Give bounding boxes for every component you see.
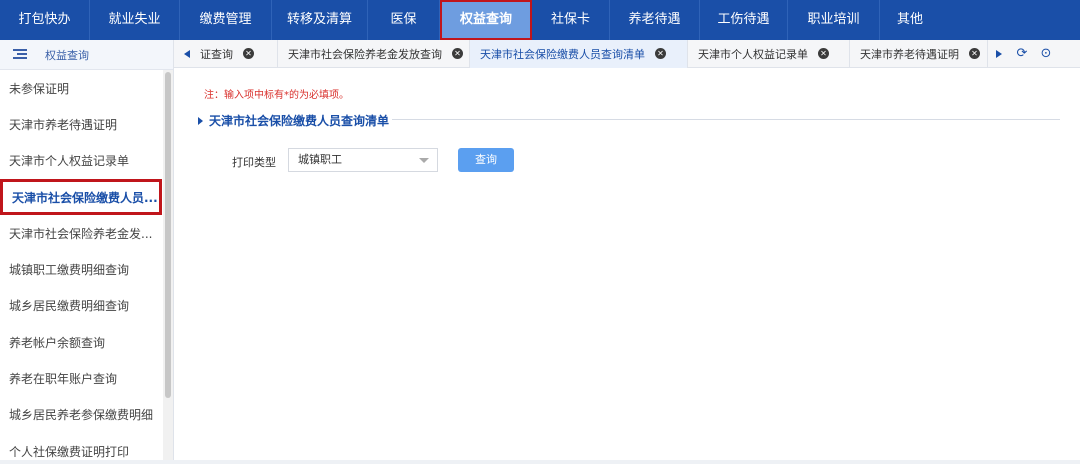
close-circle-icon[interactable]: ✕: [243, 48, 254, 59]
more-icon[interactable]: ⊙: [1034, 46, 1058, 61]
triangle-right-icon: [198, 116, 203, 125]
sidebar-item[interactable]: 养老在职年账户查询: [0, 360, 162, 396]
main-content: 注：输入项中标有*的为必填项。 天津市社会保险缴费人员查询清单 打印类型 城镇职…: [174, 68, 1080, 464]
top-navigation: 打包快办 就业失业 缴费管理 转移及清算 医保 权益查询 社保卡 养老待遇 工伤…: [0, 0, 1080, 40]
close-circle-icon[interactable]: ✕: [452, 48, 463, 59]
nav-item-jiaofei[interactable]: 缴费管理: [180, 0, 272, 40]
bottom-strip: [0, 460, 1080, 464]
tab[interactable]: 天津市个人权益记录单 ✕: [688, 39, 850, 68]
section-title-text: 天津市社会保险缴费人员查询清单: [209, 114, 390, 128]
section-title: 天津市社会保险缴费人员查询清单: [198, 112, 389, 129]
tab-next-button[interactable]: [988, 49, 1010, 58]
refresh-icon[interactable]: ⟳: [1010, 46, 1034, 61]
sidebar-item[interactable]: 养老帐户余额查询: [0, 324, 162, 360]
close-circle-icon[interactable]: ✕: [969, 48, 980, 59]
print-type-value: 城镇职工: [298, 153, 342, 166]
tab[interactable]: 天津市社会保险养老金发放查询 ✕: [278, 39, 470, 68]
tab[interactable]: 天津市养老待遇证明 ✕: [850, 39, 988, 68]
sidebar-item[interactable]: 未参保证明: [0, 70, 162, 106]
sidebar-item-selected[interactable]: 天津市社会保险缴费人员...: [0, 178, 162, 216]
print-type-select[interactable]: 城镇职工: [288, 148, 438, 172]
chevron-down-icon: [419, 158, 429, 163]
triangle-right-icon: [996, 49, 1002, 58]
sidebar-scrollbar[interactable]: [163, 70, 173, 464]
sidebar: 权益查询 未参保证明 天津市养老待遇证明 天津市个人权益记录单 天津市社会保险缴…: [0, 40, 174, 464]
print-type-label: 打印类型: [232, 156, 276, 169]
nav-item-dabaokuaiban[interactable]: 打包快办: [0, 0, 90, 40]
nav-item-jiuye[interactable]: 就业失业: [90, 0, 180, 40]
tab-label: 天津市社会保险缴费人员查询清单: [480, 47, 645, 61]
sidebar-title: 权益查询: [45, 48, 89, 62]
tab-bar: 证查询 ✕ 天津市社会保险养老金发放查询 ✕ 天津市社会保险缴费人员查询清单 ✕…: [174, 39, 1080, 68]
tab-active[interactable]: 天津市社会保险缴费人员查询清单 ✕: [470, 39, 688, 68]
sidebar-item[interactable]: 天津市社会保险养老金发...: [0, 215, 162, 251]
nav-item-yanglao[interactable]: 养老待遇: [610, 0, 700, 40]
sidebar-list: 未参保证明 天津市养老待遇证明 天津市个人权益记录单 天津市社会保险缴费人员..…: [0, 70, 173, 464]
sidebar-item[interactable]: 城乡居民缴费明细查询: [0, 288, 162, 324]
tab[interactable]: 证查询 ✕: [200, 39, 278, 68]
tab-label: 天津市社会保险养老金发放查询: [288, 47, 442, 61]
sidebar-item[interactable]: 天津市个人权益记录单: [0, 143, 162, 179]
nav-item-quanyi[interactable]: 权益查询: [440, 0, 532, 40]
sidebar-item[interactable]: 城镇职工缴费明细查询: [0, 251, 162, 287]
nav-item-shebaoka[interactable]: 社保卡: [532, 0, 610, 40]
tab-label: 天津市个人权益记录单: [698, 47, 808, 61]
nav-item-yibao[interactable]: 医保: [368, 0, 440, 40]
sidebar-scroll-thumb[interactable]: [165, 72, 171, 398]
nav-item-qita[interactable]: 其他: [880, 0, 940, 40]
query-button[interactable]: 查询: [458, 148, 514, 172]
nav-item-gongshang[interactable]: 工伤待遇: [700, 0, 788, 40]
sidebar-item[interactable]: 天津市养老待遇证明: [0, 106, 162, 142]
required-note: 注：输入项中标有*的为必填项。: [204, 90, 349, 101]
sidebar-header: 权益查询: [0, 40, 173, 70]
close-circle-icon[interactable]: ✕: [655, 48, 666, 59]
tab-label: 天津市养老待遇证明: [860, 47, 959, 61]
sidebar-item[interactable]: 城乡居民养老参保缴费明细: [0, 397, 162, 433]
nav-item-zhiye[interactable]: 职业培训: [788, 0, 880, 40]
tab-label: 证查询: [200, 47, 233, 61]
section-divider: [392, 119, 1060, 120]
close-circle-icon[interactable]: ✕: [818, 48, 829, 59]
tab-prev-button[interactable]: [174, 49, 200, 58]
menu-icon[interactable]: [13, 49, 27, 60]
triangle-left-icon: [184, 49, 190, 58]
nav-item-zhuanyi[interactable]: 转移及清算: [272, 0, 368, 40]
